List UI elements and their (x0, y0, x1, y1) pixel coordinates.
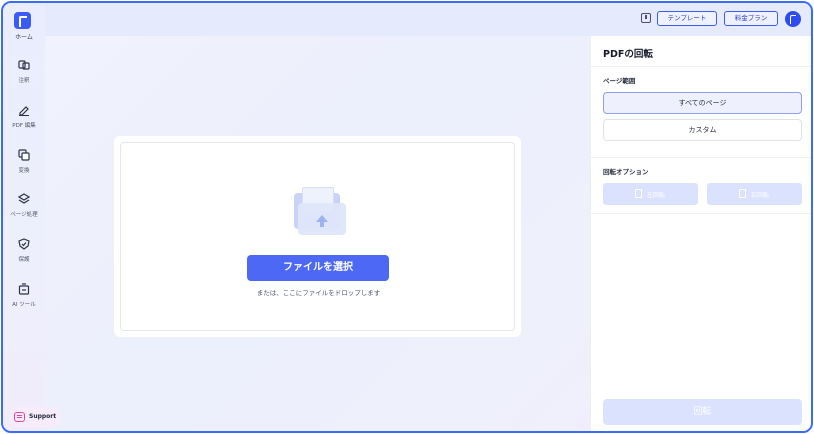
rotation-options-label: 回転オプション (603, 168, 649, 176)
drop-zone[interactable]: ファイルを選択 または、ここにファイルをドロップします (120, 142, 515, 331)
page-range-label: ページ範囲 (603, 77, 636, 85)
sidebar-item-page-processing[interactable]: ページ処理 (3, 193, 45, 227)
sidebar-item-protect[interactable]: 保護 (3, 238, 45, 272)
sidebar-item-ai-tools[interactable]: AI ツール (3, 283, 45, 317)
sidebar-item-annotate[interactable]: 注釈 (3, 59, 45, 93)
file-drop-card: ファイルを選択 または、ここにファイルをドロップします (114, 136, 521, 337)
annotate-icon (18, 60, 30, 70)
top-bar: テンプレート 料金プラン (45, 3, 811, 36)
rotate-left-button[interactable]: 左回転 (603, 183, 698, 205)
drop-hint-text: または、ここにファイルをドロップします (256, 289, 381, 297)
support-button[interactable]: Support (9, 407, 60, 427)
rotate-left-label: 左回転 (647, 192, 666, 199)
template-button[interactable]: テンプレート (657, 11, 717, 26)
account-avatar-icon[interactable] (785, 11, 801, 27)
select-file-button[interactable]: ファイルを選択 (247, 255, 389, 281)
chat-icon (14, 412, 25, 422)
sidebar-item-label: 変換 (18, 168, 30, 174)
edit-pen-icon (19, 106, 29, 116)
rotate-pdf-panel: PDFの回転 ページ範囲 すべてのページ カスタム 回転オプション 左回転 右回… (590, 36, 811, 431)
layers-icon (18, 193, 30, 204)
download-icon[interactable] (641, 13, 651, 23)
sidebar-item-label: 注釈 (18, 78, 30, 84)
sidebar-item-convert[interactable]: 変換 (3, 149, 45, 183)
support-label: Support (29, 413, 57, 420)
rotate-submit-button[interactable]: 回転 (603, 399, 802, 425)
divider (591, 66, 811, 67)
sidebar-item-label: PDF 編集 (12, 123, 36, 129)
rotate-right-label: 右回転 (751, 192, 770, 199)
app-logo-icon[interactable] (14, 12, 31, 29)
sidebar-home-label[interactable]: ホーム (3, 32, 45, 41)
left-sidebar: ホーム 注釈 PDF 編集 変換 ページ処理 保護 AI ツール (3, 3, 45, 431)
sidebar-item-label: ページ処理 (10, 212, 38, 218)
panel-title: PDFの回転 (603, 49, 653, 60)
app-window: ホーム 注釈 PDF 編集 変換 ページ処理 保護 AI ツール Support… (1, 1, 813, 433)
rotate-right-button[interactable]: 右回転 (707, 183, 802, 205)
pricing-button[interactable]: 料金プラン (724, 11, 778, 26)
sidebar-item-pdf-edit[interactable]: PDF 編集 (3, 104, 45, 138)
ai-toolbox-icon (18, 283, 30, 295)
divider (591, 213, 811, 214)
all-pages-option[interactable]: すべてのページ (603, 92, 802, 114)
divider (591, 157, 811, 158)
rotate-right-icon (739, 189, 746, 198)
rotate-left-icon (635, 189, 642, 198)
custom-range-option[interactable]: カスタム (603, 119, 802, 141)
shield-check-icon (18, 238, 30, 250)
folder-upload-icon (294, 187, 346, 235)
sidebar-item-label: 保護 (18, 257, 30, 263)
convert-icon (18, 149, 30, 161)
sidebar-item-label: AI ツール (12, 302, 36, 308)
